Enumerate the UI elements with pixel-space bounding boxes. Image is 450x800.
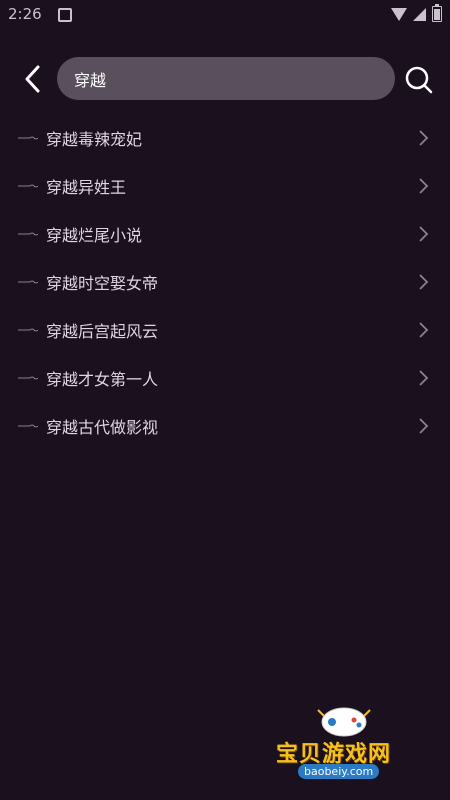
suggestion-item[interactable]: 穿越毒辣宠妃 [0, 114, 450, 162]
chevron-right-icon [419, 418, 429, 434]
gamepad-icon [317, 707, 371, 737]
suggestion-label: 穿越异姓王 [46, 178, 127, 197]
chevron-right-icon [419, 322, 429, 338]
dash-icon [18, 136, 38, 140]
dash-icon [18, 424, 38, 428]
screen: 2:26 穿越毒辣宠妃 穿越异姓王 [0, 0, 450, 800]
suggestion-list: 穿越毒辣宠妃 穿越异姓王 穿越烂尾小说 穿越时空娶女帝 穿越后宫起风云 穿越才女… [0, 114, 450, 450]
suggestion-label: 穿越古代做影视 [46, 418, 159, 437]
chevron-right-icon [419, 274, 429, 290]
chevron-right-icon [419, 178, 429, 194]
dash-icon [18, 280, 38, 284]
watermark-url: baobeiy.com [298, 764, 380, 779]
suggestion-label: 穿越烂尾小说 [46, 226, 143, 245]
dash-icon [18, 328, 38, 332]
suggestion-item[interactable]: 穿越后宫起风云 [0, 306, 450, 354]
dash-icon [18, 232, 38, 236]
wifi-icon [391, 7, 407, 21]
chevron-right-icon [419, 226, 429, 242]
suggestion-item[interactable]: 穿越烂尾小说 [0, 210, 450, 258]
signal-icon [413, 7, 426, 21]
suggestion-item[interactable]: 穿越异姓王 [0, 162, 450, 210]
suggestion-item[interactable]: 穿越时空娶女帝 [0, 258, 450, 306]
search-input[interactable] [72, 68, 376, 89]
suggestion-label: 穿越后宫起风云 [46, 322, 159, 341]
watermark-logo: 宝贝游戏网 baobeiy.com [270, 700, 430, 790]
status-time: 2:26 [8, 5, 42, 23]
search-box[interactable] [57, 57, 395, 100]
search-icon [405, 66, 433, 94]
chevron-left-icon [25, 65, 40, 93]
suggestion-item[interactable]: 穿越古代做影视 [0, 402, 450, 450]
search-button[interactable] [402, 63, 436, 97]
suggestion-item[interactable]: 穿越才女第一人 [0, 354, 450, 402]
suggestion-label: 穿越才女第一人 [46, 370, 159, 389]
battery-icon [432, 4, 442, 22]
notification-icon [58, 8, 72, 22]
chevron-right-icon [419, 370, 429, 386]
status-bar: 2:26 [0, 0, 450, 30]
dash-icon [18, 376, 38, 380]
dash-icon [18, 184, 38, 188]
back-button[interactable] [16, 62, 48, 96]
suggestion-label: 穿越时空娶女帝 [46, 274, 159, 293]
suggestion-label: 穿越毒辣宠妃 [46, 130, 143, 149]
chevron-right-icon [419, 130, 429, 146]
status-indicators [391, 4, 442, 22]
